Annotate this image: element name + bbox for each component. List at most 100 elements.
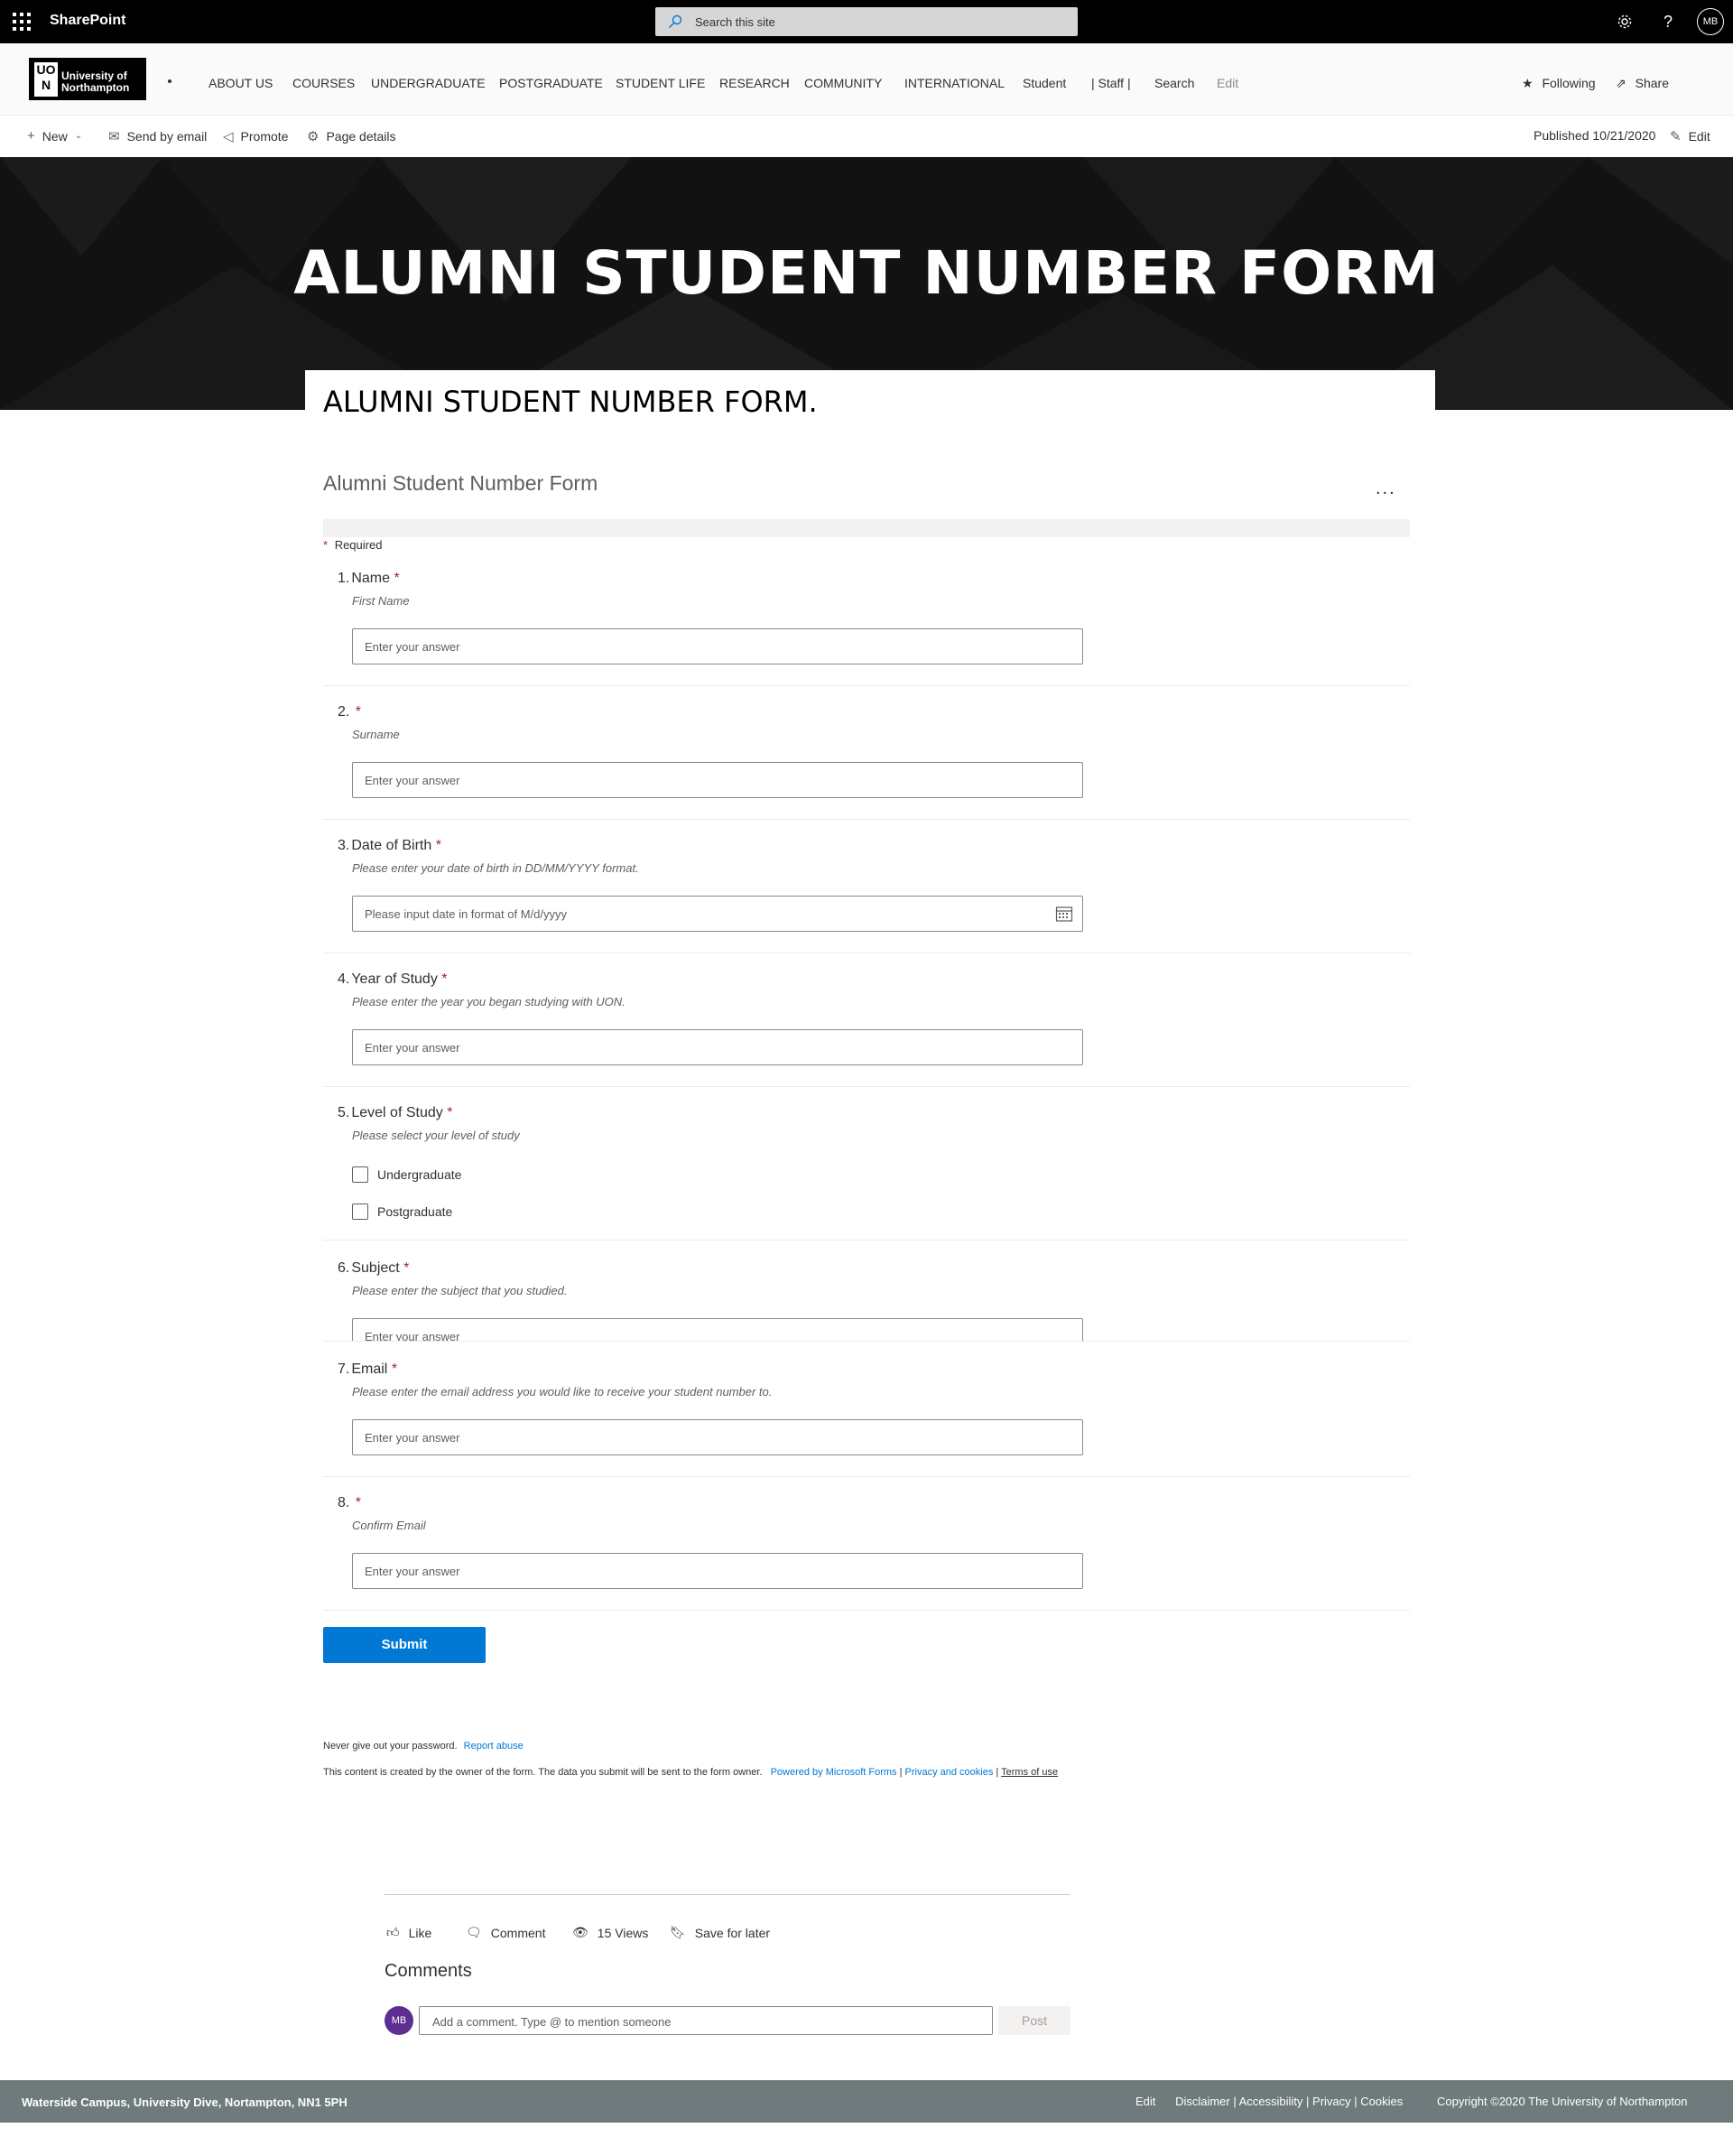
required-note: * Required	[323, 538, 382, 552]
submit-button[interactable]: Submit	[323, 1627, 486, 1663]
post-button[interactable]: Post	[998, 2006, 1070, 2035]
year-of-study-input[interactable]: Enter your answer	[352, 1029, 1083, 1065]
following-button[interactable]: ★ Following	[1522, 76, 1596, 91]
mail-icon: ✉	[108, 129, 120, 144]
input-placeholder: Enter your answer	[365, 1041, 460, 1055]
question-subtitle: Please enter your date of birth in DD/MM…	[352, 861, 639, 875]
nav-about-us[interactable]: ABOUT US	[209, 76, 273, 90]
views-label: 15 Views	[597, 1925, 649, 1940]
question-title: 7. Email *	[338, 1361, 397, 1378]
footer-address: Waterside Campus, University Dive, Norta…	[22, 2096, 348, 2109]
required-star: *	[355, 704, 362, 720]
send-label: Send by email	[126, 129, 208, 144]
privacy-link[interactable]: Privacy and cookies	[905, 1767, 994, 1778]
question-email: 7. Email * Please enter the email address…	[323, 1361, 1410, 1477]
share-icon: ⇗	[1616, 76, 1626, 90]
required-star: *	[447, 1105, 453, 1120]
nav-student-life[interactable]: STUDENT LIFE	[616, 76, 705, 90]
share-button[interactable]: ⇗ Share	[1616, 76, 1669, 91]
question-title: 1. Name *	[338, 571, 400, 587]
question-label: Name	[351, 571, 391, 586]
input-placeholder: Enter your answer	[365, 1565, 460, 1578]
suite-bar: SharePoint Search this site ? MB	[0, 0, 1733, 43]
option-undergraduate[interactable]: Undergraduate	[352, 1166, 461, 1183]
page-details-button[interactable]: ⚙ Page details	[307, 128, 396, 144]
site-search-input[interactable]: Search this site	[655, 7, 1078, 36]
question-date-of-birth: 3. Date of Birth * Please enter your date…	[323, 838, 1410, 953]
checkbox[interactable]	[352, 1203, 368, 1220]
details-label: Page details	[326, 129, 396, 144]
search-icon	[669, 14, 682, 28]
comment-input[interactable]: Add a comment. Type @ to mention someone	[419, 2006, 993, 2035]
footer-links[interactable]: Edit Disclaimer | Accessibility | Privac…	[1135, 2095, 1403, 2108]
gear-icon[interactable]	[1614, 11, 1636, 33]
plus-icon: +	[27, 128, 35, 144]
pencil-icon: ✎	[1670, 129, 1682, 144]
required-star: *	[394, 571, 400, 586]
more-options-icon[interactable]: ...	[1376, 479, 1396, 499]
send-by-email-button[interactable]: ✉ Send by email	[108, 128, 207, 144]
input-placeholder: Enter your answer	[365, 1330, 460, 1342]
nav-community[interactable]: COMMUNITY	[804, 76, 882, 90]
terms-link[interactable]: Terms of use	[1001, 1767, 1058, 1778]
calendar-icon[interactable]	[1055, 905, 1073, 923]
required-star: *	[403, 1260, 410, 1276]
email-input[interactable]: Enter your answer	[352, 1419, 1083, 1455]
question-number: 5.	[338, 1105, 350, 1120]
first-name-input[interactable]: Enter your answer	[352, 628, 1083, 664]
question-subtitle: Confirm Email	[352, 1519, 426, 1532]
nav-staff[interactable]: | Staff |	[1091, 76, 1131, 90]
save-label: Save for later	[694, 1925, 771, 1940]
input-placeholder: Enter your answer	[365, 774, 460, 787]
nav-edit[interactable]: Edit	[1217, 76, 1238, 90]
views-count: 👁︎ 15 Views	[572, 1925, 648, 1940]
surname-input[interactable]: Enter your answer	[352, 762, 1083, 798]
checkbox[interactable]	[352, 1166, 368, 1183]
question-number: 1.	[338, 571, 350, 586]
edit-button[interactable]: ✎ Edit	[1670, 128, 1710, 144]
form-divider-band	[323, 519, 1410, 537]
option-postgraduate[interactable]: Postgraduate	[352, 1203, 452, 1220]
published-status: Published 10/21/2020	[1534, 128, 1655, 143]
footer-copyright: Copyright ©2020 The University of Northa…	[1437, 2095, 1688, 2108]
share-label: Share	[1635, 76, 1669, 90]
comment-placeholder: Add a comment. Type @ to mention someone	[432, 2015, 672, 2029]
comment-button[interactable]: 🗨︎ Comment	[466, 1925, 545, 1940]
question-number: 6.	[338, 1260, 350, 1276]
like-button[interactable]: 👍︎ Like	[386, 1925, 431, 1940]
account-avatar[interactable]: MB	[1697, 8, 1724, 35]
bookmark-icon: 🔖︎	[670, 1925, 686, 1939]
avatar: MB	[385, 2006, 413, 2035]
search-placeholder: Search this site	[695, 15, 775, 29]
save-for-later-button[interactable]: 🔖︎ Save for later	[670, 1925, 770, 1940]
question-title: 5. Level of Study *	[338, 1105, 452, 1121]
question-subject: 6. Subject * Please enter the subject tha…	[323, 1260, 1410, 1342]
question-label: Year of Study	[351, 971, 438, 987]
required-star: *	[323, 538, 329, 552]
app-launcher-icon[interactable]	[13, 13, 31, 31]
powered-by-link[interactable]: Powered by Microsoft Forms	[771, 1767, 897, 1778]
nav-search[interactable]: Search	[1154, 76, 1194, 90]
nav-student[interactable]: Student	[1023, 76, 1066, 90]
confirm-email-input[interactable]: Enter your answer	[352, 1553, 1083, 1589]
new-button[interactable]: + New ⌄	[27, 128, 82, 144]
edit-label: Edit	[1688, 129, 1710, 144]
nav-postgraduate[interactable]: POSTGRADUATE	[499, 76, 603, 90]
input-placeholder: Please input date in format of M/d/yyyy	[365, 907, 567, 921]
date-of-birth-input[interactable]: Please input date in format of M/d/yyyy	[352, 896, 1083, 932]
nav-courses[interactable]: COURSES	[292, 76, 355, 90]
site-logo[interactable]: UO N University of Northampton	[29, 58, 146, 100]
nav-research[interactable]: RESEARCH	[719, 76, 790, 90]
question-year-of-study: 4. Year of Study * Please enter the year …	[323, 971, 1410, 1087]
help-icon[interactable]: ?	[1657, 11, 1679, 33]
content-card: ALUMNI STUDENT NUMBER FORM.	[305, 370, 1435, 442]
form-title: Alumni Student Number Form	[323, 471, 598, 495]
subject-input[interactable]: Enter your answer	[352, 1318, 1083, 1342]
nav-international[interactable]: INTERNATIONAL	[904, 76, 1005, 90]
promote-button[interactable]: ◁ Promote	[223, 128, 288, 144]
suite-brand[interactable]: SharePoint	[50, 13, 125, 29]
report-abuse-link[interactable]: Report abuse	[464, 1741, 524, 1752]
comment-label: Comment	[490, 1925, 546, 1940]
question-confirm-email: 8. * Confirm Email Enter your answer	[323, 1495, 1410, 1611]
nav-undergraduate[interactable]: UNDERGRADUATE	[371, 76, 486, 90]
